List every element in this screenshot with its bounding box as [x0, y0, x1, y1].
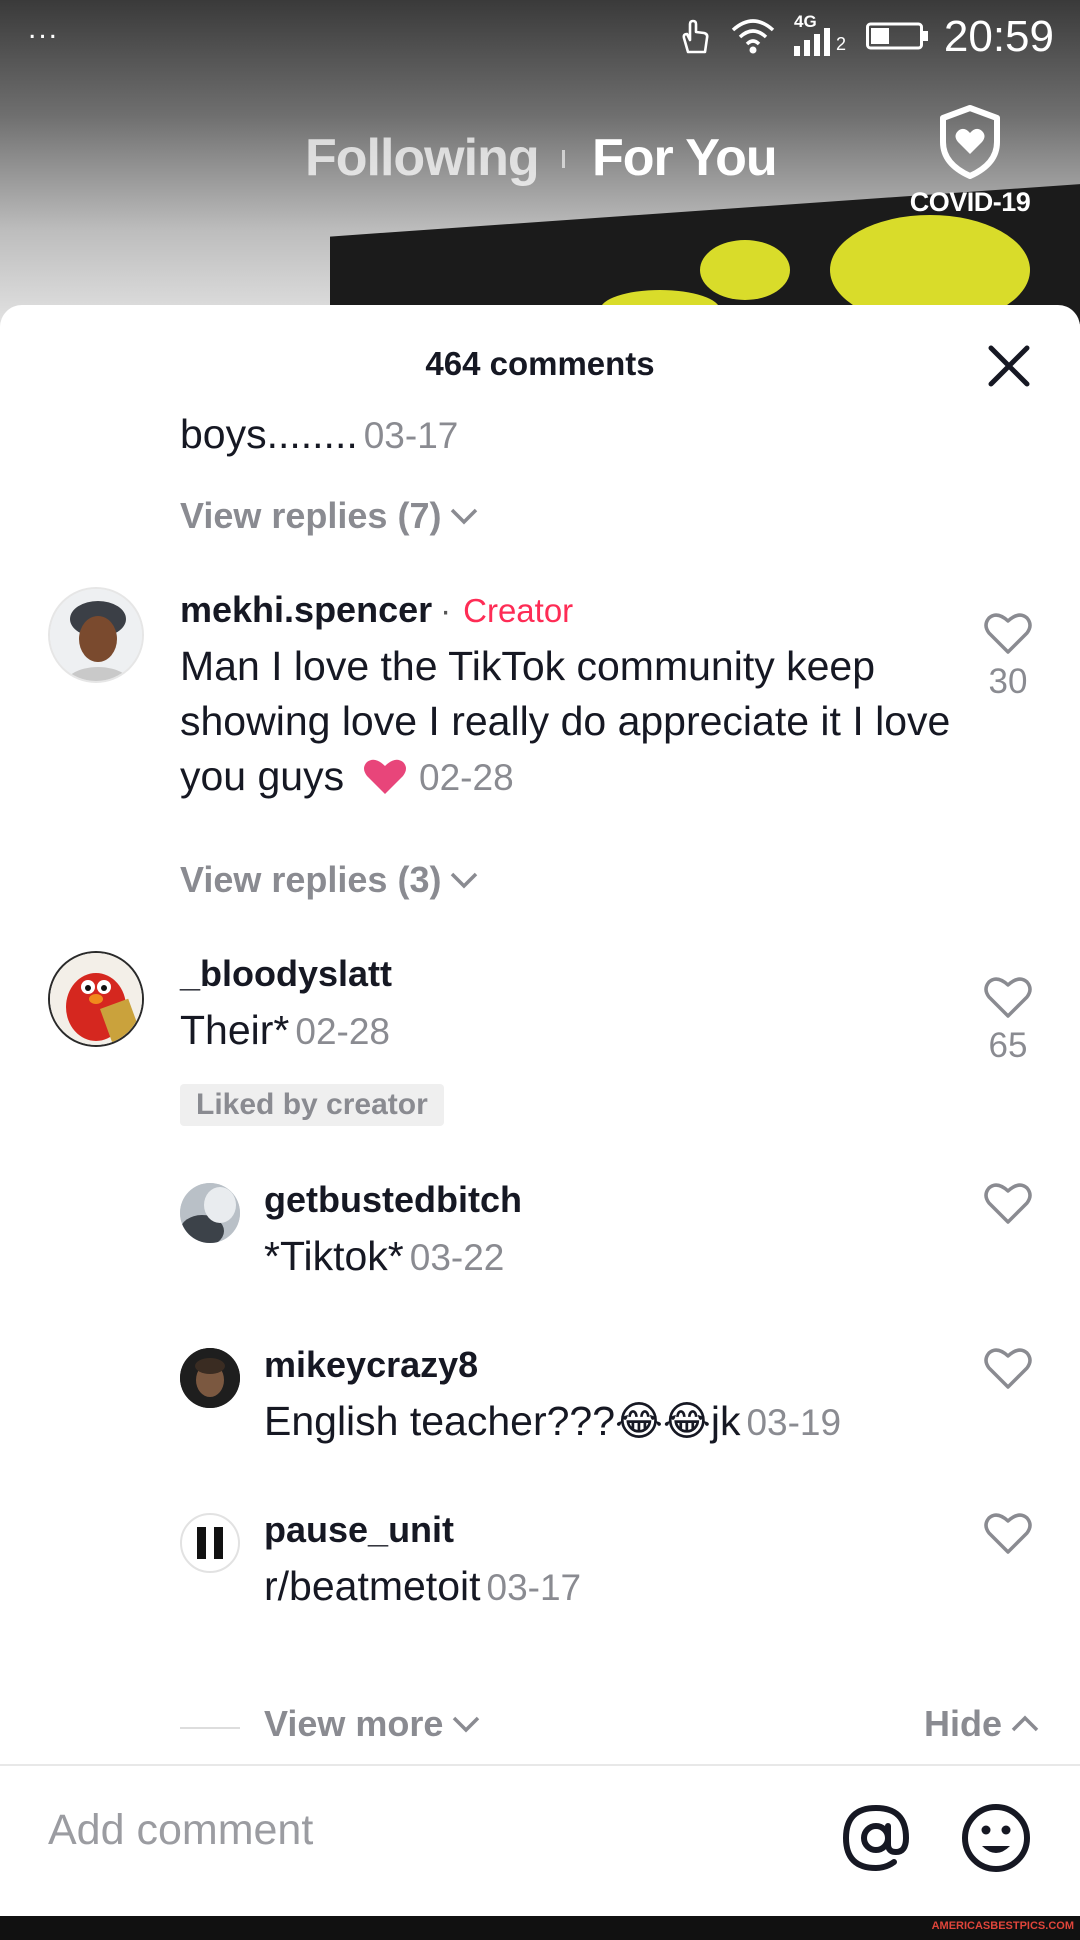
status-bar: ... 4G 2 20:59: [0, 0, 1080, 72]
shield-heart-icon: [940, 105, 1000, 179]
battery-icon: [866, 22, 928, 50]
like-button[interactable]: 30: [978, 611, 1038, 702]
heart-outline-icon: [984, 1183, 1032, 1224]
heart-outline-icon: [984, 977, 1032, 1018]
chevron-up-icon: [1011, 1715, 1039, 1732]
heart-outline-icon: [984, 613, 1032, 654]
avatar[interactable]: [48, 951, 144, 1047]
reply-username[interactable]: pause_unit: [264, 1509, 454, 1550]
comment-input-bar: [0, 1764, 1080, 1916]
heart-outline-icon: [984, 1513, 1032, 1554]
comments-sheet: 464 comments boys........ 03-17 View repl…: [0, 305, 1080, 1940]
reply-date: 03-19: [746, 1402, 842, 1443]
hide-button[interactable]: Hide: [924, 1703, 1040, 1745]
comment-header: mekhi.spencer · Creator: [180, 589, 573, 631]
view-more-button[interactable]: View more: [264, 1703, 481, 1745]
comments-list[interactable]: boys........ 03-17 View replies (7) mekhi…: [0, 417, 1080, 1767]
comment-date: 02-28: [419, 757, 514, 798]
chevron-down-icon: [451, 872, 478, 889]
covid-button[interactable]: COVID-19: [900, 104, 1040, 218]
reply-header: getbustedbitch: [264, 1179, 522, 1221]
like-button[interactable]: [978, 1511, 1038, 1560]
separator-dot: ·: [440, 592, 452, 629]
watermark-text: AMERICASBESTPICS.COM: [931, 1920, 1074, 1932]
comment-date: 03-17: [363, 417, 459, 456]
covid-label: COVID-19: [909, 187, 1031, 217]
creator-badge: Creator: [463, 592, 574, 629]
chevron-down-icon: [453, 1716, 480, 1733]
view-more-label: View more: [264, 1703, 444, 1744]
comment-header: _bloodyslatt: [180, 953, 392, 995]
status-icons: 4G 2: [680, 12, 930, 56]
sim-slot-label: 2: [836, 34, 847, 54]
reply-date: 03-17: [486, 1567, 582, 1608]
reply-header: pause_unit: [264, 1509, 454, 1551]
reply-date: 03-22: [409, 1237, 505, 1278]
avatar[interactable]: [180, 1348, 240, 1408]
view-replies-button[interactable]: View replies (3): [180, 859, 479, 901]
comment-text: Man I love the TikTok community keep sho…: [180, 643, 951, 799]
hide-label: Hide: [923, 1703, 1002, 1744]
tab-following[interactable]: Following: [305, 128, 540, 188]
comment-username[interactable]: mekhi.spencer: [180, 589, 432, 630]
view-replies-button[interactable]: View replies (7): [180, 495, 479, 537]
view-more-row: View more Hide: [0, 1697, 1080, 1757]
liked-by-creator-badge: Liked by creator: [180, 1084, 444, 1126]
comment-text: boys........: [180, 417, 358, 457]
bottom-strip: AMERICASBESTPICS.COM: [0, 1916, 1080, 1940]
overflow-dots: ...: [28, 12, 60, 45]
reply-header: mikeycrazy8: [264, 1344, 478, 1386]
reply-username[interactable]: mikeycrazy8: [264, 1344, 478, 1385]
avatar[interactable]: [48, 587, 144, 683]
reply-body: r/beatmetoit 03-17: [264, 1559, 581, 1614]
close-icon[interactable]: [986, 343, 1032, 389]
tab-divider: [562, 150, 565, 168]
comment-username[interactable]: _bloodyslatt: [180, 953, 392, 994]
like-button[interactable]: [978, 1181, 1038, 1230]
reply-body: English teacher???😂😂jk 03-19: [264, 1394, 841, 1449]
view-more-divider: [180, 1727, 240, 1729]
add-comment-input[interactable]: [48, 1806, 808, 1855]
mention-icon[interactable]: [840, 1802, 912, 1874]
comment-date: 02-28: [295, 1011, 391, 1052]
chevron-down-icon: [451, 508, 478, 525]
like-count: 65: [988, 1026, 1028, 1065]
feed-tabs: Following For You COVID-19: [0, 105, 1080, 217]
comment-body: Man I love the TikTok community keep sho…: [180, 639, 960, 804]
like-button[interactable]: 65: [978, 975, 1038, 1066]
view-replies-label: View replies (7): [180, 495, 442, 536]
avatar[interactable]: [180, 1513, 240, 1573]
wifi-icon: [731, 19, 775, 54]
reply-text: r/beatmetoit: [264, 1563, 481, 1609]
like-count: 30: [988, 662, 1028, 701]
heart-outline-icon: [984, 1348, 1032, 1389]
comment-count: 464 comments: [425, 345, 655, 382]
avatar[interactable]: [180, 1183, 240, 1243]
reply-text: English teacher???😂😂jk: [264, 1398, 741, 1444]
reply-body: *Tiktok* 03-22: [264, 1229, 504, 1284]
reply-username[interactable]: getbustedbitch: [264, 1179, 522, 1220]
clock: 20:59: [943, 12, 1054, 61]
comments-header: 464 comments: [0, 305, 1080, 417]
view-replies-label: View replies (3): [180, 859, 442, 900]
emoji-icon[interactable]: [960, 1802, 1032, 1874]
video-yellow-shape: [700, 240, 790, 300]
like-button[interactable]: [978, 1346, 1038, 1395]
partial-comment: boys........ 03-17: [180, 417, 458, 462]
tab-for-you[interactable]: For You: [592, 128, 778, 188]
hand-icon: [682, 19, 709, 54]
comment-body: Their* 02-28: [180, 1003, 390, 1058]
cell-signal-icon: 4G 2: [794, 12, 848, 56]
comment-text: Their*: [180, 1007, 290, 1053]
heart-emoji-icon: [363, 759, 406, 794]
reply-text: *Tiktok*: [264, 1233, 404, 1279]
